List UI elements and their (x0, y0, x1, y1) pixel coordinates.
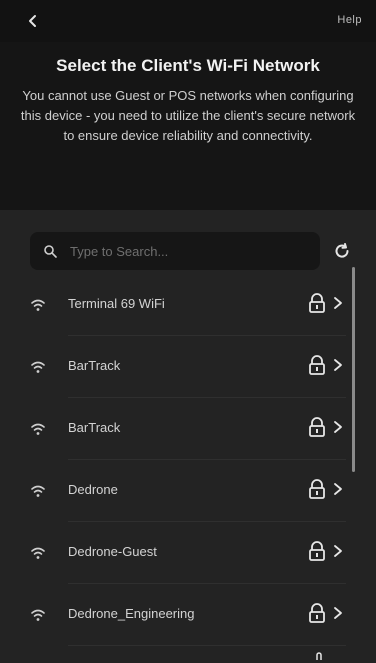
wifi-icon (31, 485, 45, 497)
lock-icon (309, 603, 325, 623)
refresh-icon (335, 243, 349, 258)
network-item[interactable]: BarTrack (0, 398, 376, 460)
wifi-icon (31, 361, 45, 373)
network-item[interactable]: Dedrone_Engineering (0, 584, 376, 646)
page-subtitle: You cannot use Guest or POS networks whe… (20, 88, 356, 143)
partial-lock-icon (316, 652, 322, 660)
network-label: Dedrone (68, 482, 118, 497)
network-item[interactable]: Terminal 69 WiFi (0, 274, 376, 336)
network-item[interactable]: Dedrone-Guest (0, 522, 376, 584)
chevron-right-icon (334, 421, 342, 433)
network-list-area: Terminal 69 WiFi BarTrack (0, 210, 376, 663)
network-label: Dedrone-Guest (68, 544, 157, 559)
wifi-icon (31, 423, 45, 435)
back-arrow-icon (29, 15, 36, 27)
network-label: BarTrack (68, 420, 121, 435)
search-box[interactable] (30, 232, 320, 270)
back-button[interactable] (22, 10, 44, 32)
search-row (0, 232, 376, 272)
refresh-button[interactable] (332, 241, 352, 261)
network-label: Terminal 69 WiFi (68, 296, 165, 311)
top-bar: Help (0, 0, 376, 42)
page-header: Select the Client's Wi-Fi Network You ca… (0, 42, 376, 210)
wifi-icon (31, 547, 45, 559)
wifi-icon (31, 609, 45, 621)
search-icon (42, 243, 58, 259)
network-item[interactable]: Dedrone (0, 460, 376, 522)
lock-icon (309, 479, 325, 499)
network-label: Dedrone_Engineering (68, 606, 195, 621)
network-label: BarTrack (68, 358, 121, 373)
search-input[interactable] (68, 235, 312, 267)
lock-icon (309, 355, 325, 375)
help-link[interactable]: Help (337, 14, 362, 26)
lock-icon (309, 541, 325, 561)
wifi-icon (31, 299, 45, 311)
page-title: Select the Client's Wi-Fi Network (56, 56, 320, 75)
lock-icon (309, 293, 325, 313)
network-list: Terminal 69 WiFi BarTrack BarTrack Dedro… (0, 274, 376, 646)
network-item[interactable]: BarTrack (0, 336, 376, 398)
chevron-right-icon (334, 545, 342, 557)
chevron-right-icon (334, 607, 342, 619)
chevron-right-icon (334, 359, 342, 371)
chevron-right-icon (334, 483, 342, 495)
lock-icon (309, 417, 325, 437)
chevron-right-icon (334, 297, 342, 309)
